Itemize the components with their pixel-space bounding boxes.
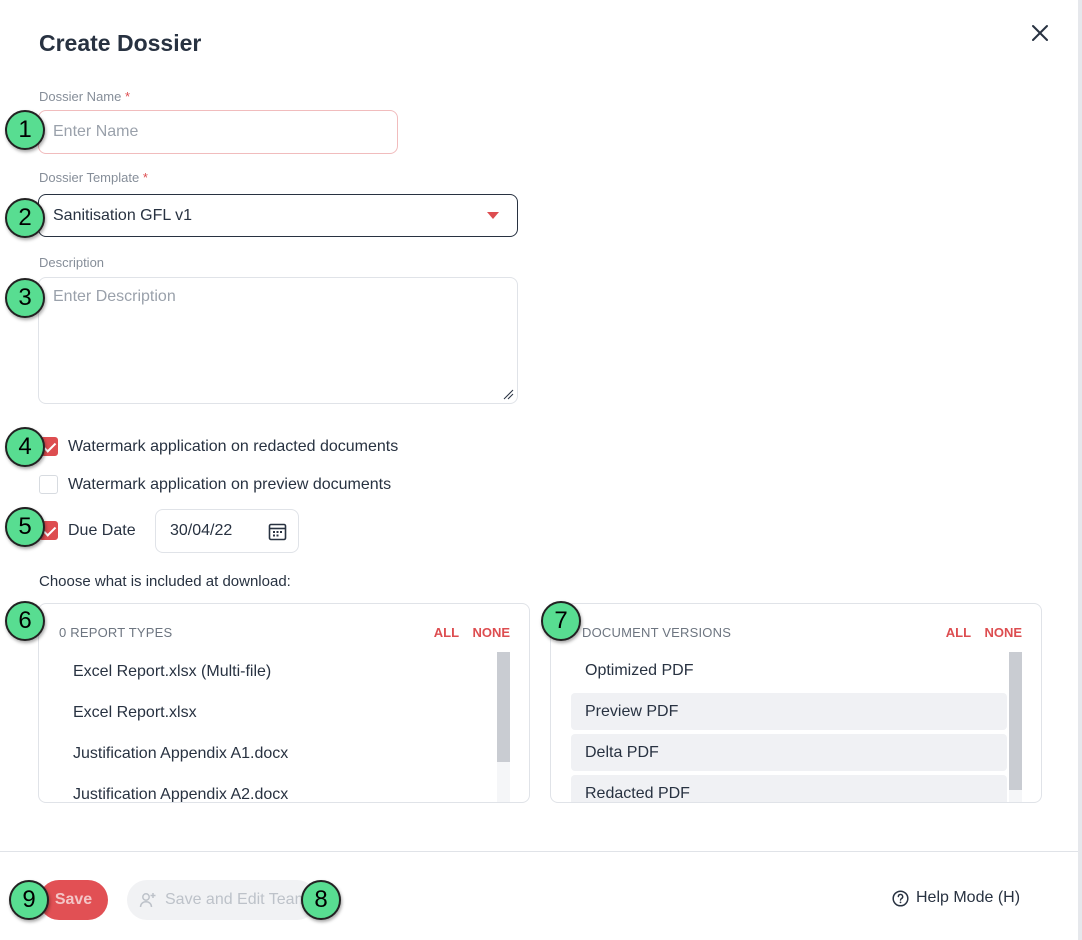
save-button[interactable]: Save: [39, 880, 108, 920]
dialog-title: Create Dossier: [39, 30, 202, 56]
help-mode-button[interactable]: Help Mode (H): [892, 889, 1020, 907]
required-marker: *: [142, 170, 148, 185]
create-dossier-dialog: Create Dossier Dossier Name * Enter Name…: [0, 0, 1078, 940]
scrollbar-thumb[interactable]: [497, 652, 510, 762]
report-types-actions: ALL NONE: [424, 625, 510, 640]
window-edge: [1078, 0, 1082, 940]
add-user-icon: [139, 893, 156, 908]
document-versions-header: DOCUMENT VERSIONS: [582, 625, 732, 640]
watermark-redacted-row[interactable]: Watermark application on redacted docume…: [39, 437, 398, 456]
annotation-badge: 7: [541, 601, 581, 641]
report-types-none-button[interactable]: NONE: [472, 625, 510, 640]
report-types-all-button[interactable]: ALL: [434, 625, 459, 640]
annotation-badge: 8: [301, 880, 341, 920]
annotation-badge: 1: [5, 110, 45, 150]
due-date-input[interactable]: 30/04/22: [155, 509, 299, 553]
dossier-template-select[interactable]: Sanitisation GFL v1: [38, 194, 518, 237]
report-types-header: 0 REPORT TYPES: [59, 625, 173, 640]
required-marker: *: [124, 89, 131, 104]
report-types-scrollbar[interactable]: [497, 652, 510, 802]
dossier-name-label: Dossier Name *: [39, 89, 130, 104]
resize-handle-icon[interactable]: [502, 388, 514, 400]
list-item[interactable]: Justification Appendix A1.docx: [59, 735, 495, 772]
watermark-preview-checkbox[interactable]: [39, 475, 58, 494]
download-section-label: Choose what is included at download:: [39, 573, 291, 590]
list-item[interactable]: Justification Appendix A2.docx: [59, 776, 495, 803]
document-versions-none-button[interactable]: NONE: [984, 625, 1022, 640]
due-date-label: Due Date: [68, 521, 136, 539]
list-item[interactable]: Excel Report.xlsx: [59, 694, 495, 731]
description-textarea[interactable]: Enter Description: [38, 277, 518, 404]
footer-divider: [0, 851, 1078, 852]
dossier-template-label: Dossier Template *: [39, 170, 148, 185]
due-date-row[interactable]: Due Date: [39, 521, 136, 540]
annotation-badge: 9: [9, 880, 49, 920]
watermark-preview-row[interactable]: Watermark application on preview documen…: [39, 475, 391, 494]
document-versions-panel: DOCUMENT VERSIONS ALL NONE Optimized PDF…: [550, 603, 1042, 803]
help-icon: [892, 889, 909, 907]
due-date-value: 30/04/22: [170, 522, 233, 539]
annotation-badge: 6: [5, 601, 45, 641]
dossier-name-label-text: Dossier Name: [39, 89, 122, 104]
watermark-redacted-label: Watermark application on redacted docume…: [68, 437, 399, 455]
annotation-badge: 3: [5, 278, 45, 318]
annotation-badge: 4: [5, 427, 45, 467]
close-icon[interactable]: [1026, 19, 1054, 47]
list-item[interactable]: Redacted PDF: [571, 775, 1007, 802]
chevron-down-icon: [487, 212, 499, 219]
save-and-edit-team-button[interactable]: Save and Edit Team: [127, 880, 317, 920]
save-and-edit-team-label: Save and Edit Team: [165, 891, 308, 908]
dossier-template-label-text: Dossier Template: [39, 170, 140, 185]
document-versions-actions: ALL NONE: [936, 625, 1022, 640]
list-item[interactable]: Optimized PDF: [571, 652, 1007, 689]
dossier-template-value: Sanitisation GFL v1: [53, 206, 193, 224]
report-types-panel: 0 REPORT TYPES ALL NONE Excel Report.xls…: [38, 603, 530, 803]
watermark-preview-label: Watermark application on preview documen…: [68, 475, 392, 493]
help-mode-label: Help Mode (H): [916, 889, 1021, 906]
list-item[interactable]: Delta PDF: [571, 734, 1007, 771]
description-placeholder: Enter Description: [53, 288, 176, 305]
list-item[interactable]: Excel Report.xlsx (Multi-file): [59, 653, 495, 690]
annotation-badge: 2: [5, 198, 45, 238]
dossier-name-placeholder: Enter Name: [53, 123, 139, 140]
list-item[interactable]: Preview PDF: [571, 693, 1007, 730]
document-versions-all-button[interactable]: ALL: [946, 625, 971, 640]
calendar-icon[interactable]: [268, 522, 287, 541]
description-label: Description: [39, 255, 105, 270]
scrollbar-thumb[interactable]: [1009, 652, 1022, 790]
dossier-name-input[interactable]: Enter Name: [38, 110, 398, 154]
document-versions-scrollbar[interactable]: [1009, 652, 1022, 802]
annotation-badge: 5: [5, 507, 45, 547]
